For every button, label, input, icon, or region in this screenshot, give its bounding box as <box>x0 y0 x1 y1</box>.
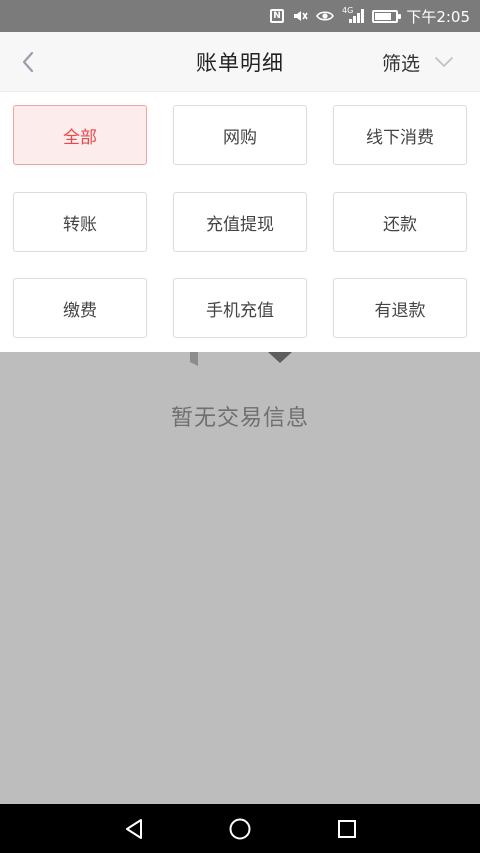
filter-option-refunded[interactable]: 有退款 <box>333 278 467 338</box>
status-bar: N 4G 下午2:05 <box>0 0 480 32</box>
battery-icon <box>372 7 402 25</box>
circle-home-icon <box>229 818 251 840</box>
filter-option-transfer[interactable]: 转账 <box>13 192 147 252</box>
filter-option-offline-spending[interactable]: 线下消费 <box>333 105 467 165</box>
nav-back-button[interactable] <box>121 816 147 842</box>
header-bar: 账单明细 筛选 <box>0 32 480 92</box>
filter-label: 筛选 <box>381 52 420 75</box>
chevron-down-icon <box>435 57 453 67</box>
nfc-icon: N <box>270 7 285 25</box>
status-time: 下午2:05 <box>406 7 470 26</box>
empty-illustration <box>190 352 292 366</box>
square-recent-icon <box>338 820 356 838</box>
empty-state-message: 暂无交易信息 <box>170 406 309 431</box>
mute-icon <box>292 7 308 25</box>
filter-option-bill-payment[interactable]: 缴费 <box>13 278 147 338</box>
filter-option-all[interactable]: 全部 <box>13 105 147 165</box>
nav-recent-button[interactable] <box>334 816 360 842</box>
nav-home-button[interactable] <box>227 816 253 842</box>
system-nav-bar <box>0 804 480 853</box>
eye-icon <box>316 7 334 25</box>
filter-option-repayment[interactable]: 还款 <box>333 192 467 252</box>
filter-option-mobile-topup[interactable]: 手机充值 <box>173 278 307 338</box>
filter-panel: 全部 网购 线下消费 转账 充值提现 还款 缴费 手机充值 有退款 <box>0 92 480 352</box>
triangle-back-icon <box>126 819 142 839</box>
filter-button[interactable]: 筛选 <box>382 46 454 78</box>
signal-icon: 4G <box>342 7 365 25</box>
chevron-left-icon <box>22 51 34 73</box>
back-button[interactable] <box>14 48 42 76</box>
filter-option-online-shopping[interactable]: 网购 <box>173 105 307 165</box>
filter-option-topup-withdraw[interactable]: 充值提现 <box>173 192 307 252</box>
page-title: 账单明细 <box>196 50 284 75</box>
